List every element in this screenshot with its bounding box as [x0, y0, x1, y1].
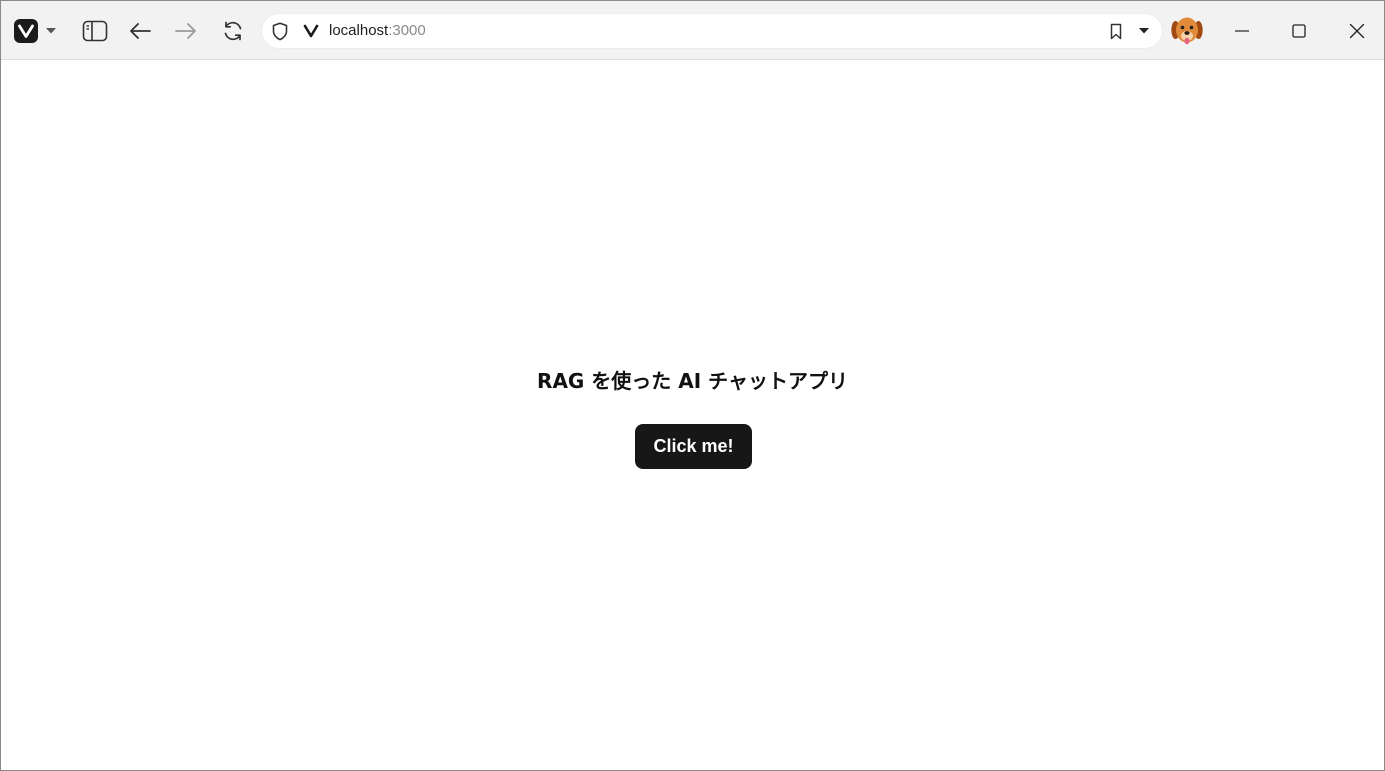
click-me-button[interactable]: Click me!: [635, 424, 752, 469]
vivaldi-menu-icon[interactable]: [13, 1, 39, 60]
sidebar-panel-icon[interactable]: [79, 1, 111, 60]
chevron-down-icon[interactable]: [1134, 21, 1154, 41]
url-text[interactable]: localhost:3000: [329, 14, 426, 48]
reload-icon[interactable]: [217, 1, 249, 60]
minimize-icon[interactable]: [1222, 1, 1262, 60]
bookmark-icon[interactable]: [1106, 21, 1126, 41]
close-icon[interactable]: [1337, 1, 1377, 60]
url-port: :3000: [388, 22, 426, 39]
address-bar[interactable]: localhost:3000: [261, 13, 1163, 49]
maximize-icon[interactable]: [1279, 1, 1319, 60]
browser-window: localhost:3000 RAG を使った AI チャットアプリ Click…: [0, 0, 1385, 771]
arrow-left-icon[interactable]: [124, 1, 156, 60]
profile-avatar[interactable]: [1169, 13, 1205, 49]
arrow-right-icon[interactable]: [170, 1, 202, 60]
url-host: localhost: [329, 22, 389, 39]
page-title: RAG を使った AI チャットアプリ: [537, 369, 848, 393]
page-content: RAG を使った AI チャットアプリ Click me!: [1, 61, 1384, 770]
site-favicon-icon: [302, 22, 320, 40]
chevron-down-icon[interactable]: [43, 1, 59, 60]
browser-toolbar: localhost:3000: [1, 1, 1384, 60]
shield-icon[interactable]: [269, 20, 291, 42]
